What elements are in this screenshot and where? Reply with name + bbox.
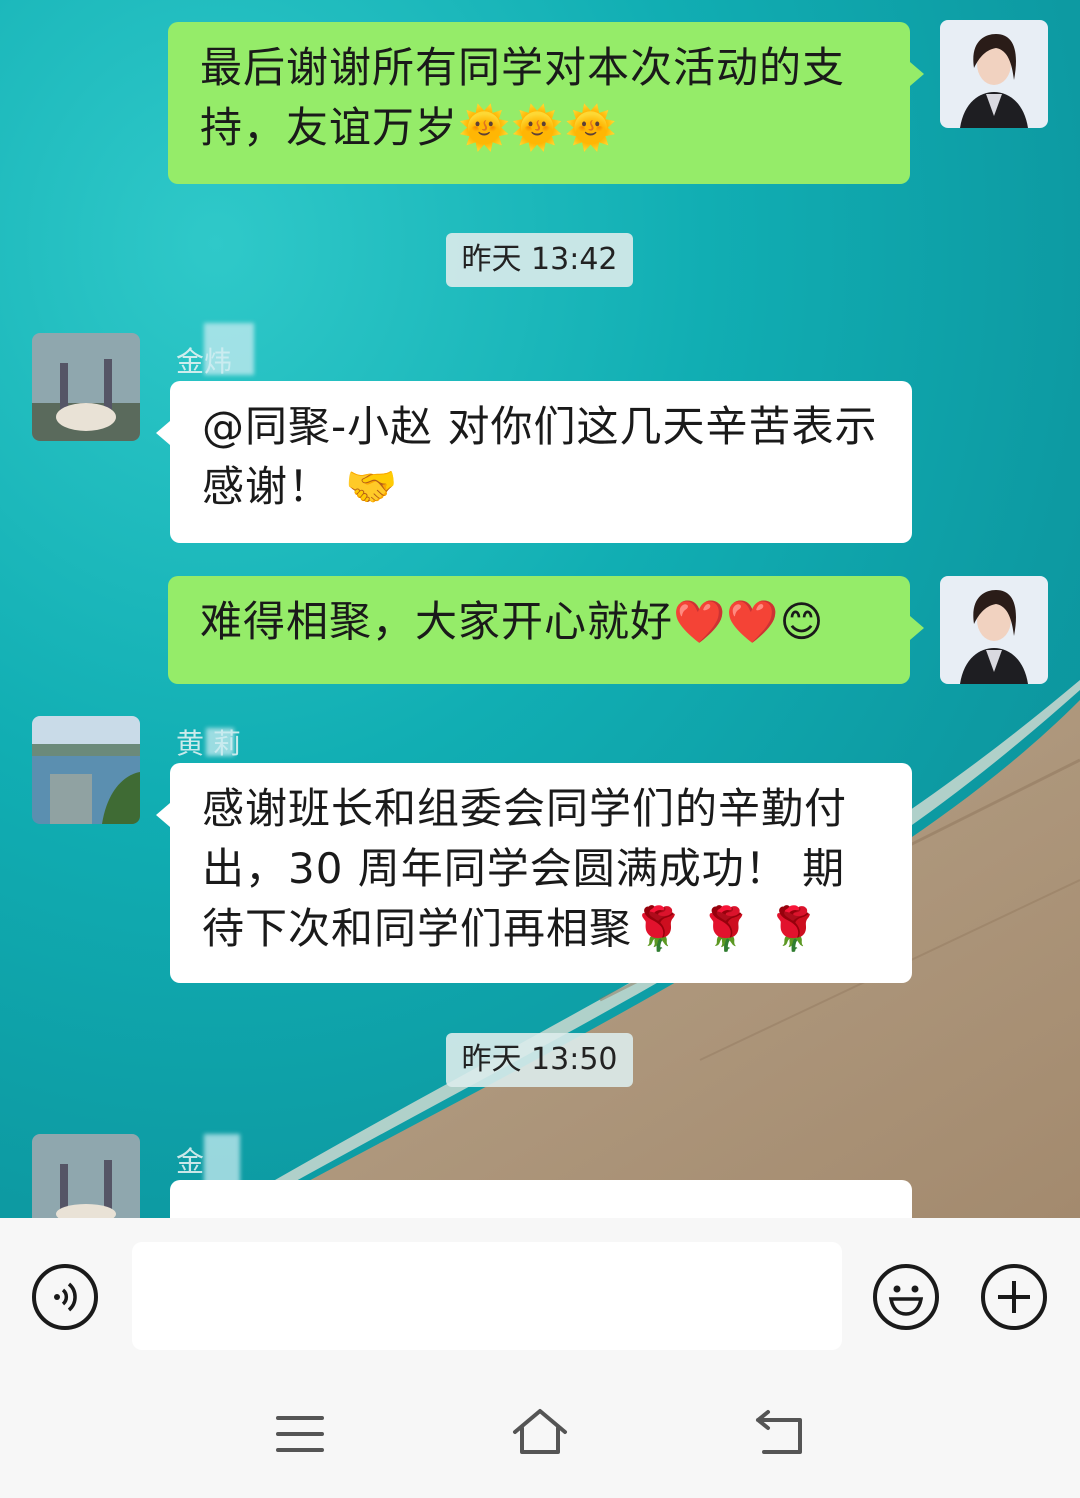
sent-message-bubble[interactable]: 最后谢谢所有同学对本次活动的支持，友谊万岁🌞🌞🌞 xyxy=(168,22,924,184)
my-avatar[interactable] xyxy=(940,576,1048,684)
message-input[interactable] xyxy=(132,1242,842,1350)
name-mask xyxy=(206,728,234,756)
plus-button[interactable] xyxy=(981,1264,1047,1330)
person-avatar-icon xyxy=(940,576,1048,684)
name-mask xyxy=(204,323,254,375)
home-nav-button[interactable] xyxy=(510,1406,570,1458)
message-text: 难得相聚，大家开心就好❤️❤️😊 xyxy=(200,597,825,646)
back-icon xyxy=(756,1410,802,1454)
received-message-bubble[interactable]: @同聚-小赵 对你们这几天辛苦表示感谢！ 🤝 xyxy=(156,381,912,543)
emoji-icon xyxy=(888,1285,924,1316)
person-avatar-icon xyxy=(940,20,1048,128)
message-text: @同聚-小赵 对你们这几天辛苦表示感谢！ 🤝 xyxy=(202,402,878,511)
rocket-launch-avatar-icon xyxy=(32,333,140,441)
voice-icon xyxy=(54,1282,77,1312)
voice-button[interactable] xyxy=(32,1264,98,1330)
plus-icon xyxy=(998,1281,1030,1313)
menu-icon xyxy=(276,1416,324,1452)
sender-avatar[interactable] xyxy=(32,716,140,824)
back-nav-button[interactable] xyxy=(752,1408,808,1458)
my-avatar[interactable] xyxy=(940,20,1048,128)
lake-avatar-icon xyxy=(32,716,140,824)
received-message-bubble[interactable]: 感谢班长和组委会同学们的辛勤付出，30 周年同学会圆满成功！ 期待下次和同学们再… xyxy=(156,763,912,983)
timestamp: 昨天 13:42 xyxy=(446,233,633,287)
home-icon xyxy=(513,1409,567,1454)
message-text: 最后谢谢所有同学对本次活动的支持，友谊万岁🌞🌞🌞 xyxy=(200,43,846,152)
timestamp: 昨天 13:50 xyxy=(446,1033,633,1087)
emoji-button[interactable] xyxy=(873,1264,939,1330)
rocket-launch-avatar-icon xyxy=(32,1134,140,1218)
message-text: 感谢班长和组委会同学们的辛勤付出，30 周年同学会圆满成功！ 期待下次和同学们再… xyxy=(202,784,848,953)
sent-message-bubble[interactable]: 难得相聚，大家开心就好❤️❤️😊 xyxy=(168,576,924,684)
name-mask xyxy=(204,1134,240,1186)
menu-nav-button[interactable] xyxy=(274,1412,326,1456)
sender-name: 金 xyxy=(176,1145,205,1178)
received-message-bubble[interactable] xyxy=(156,1180,912,1244)
sender-avatar[interactable] xyxy=(32,333,140,441)
sender-avatar[interactable] xyxy=(32,1134,140,1218)
